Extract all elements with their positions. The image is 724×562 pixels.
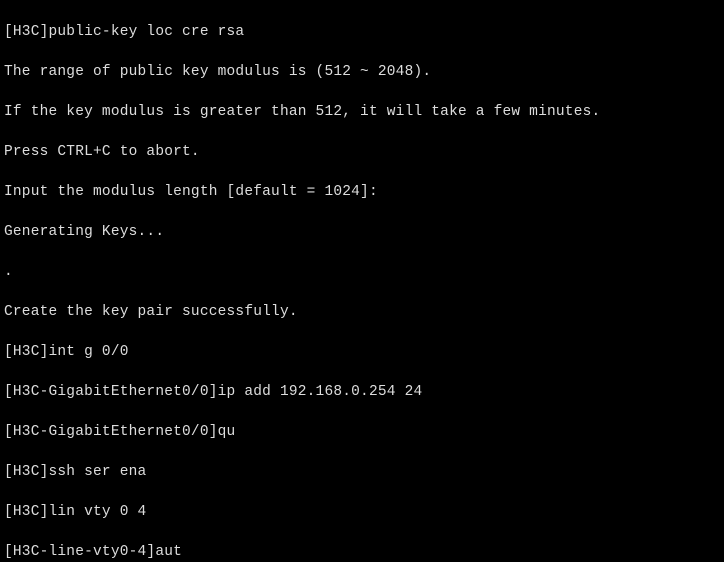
terminal-line: [H3C-GigabitEthernet0/0]ip add 192.168.0… [4,382,720,402]
terminal-line: [H3C-GigabitEthernet0/0]qu [4,422,720,442]
terminal-line: Input the modulus length [default = 1024… [4,182,720,202]
terminal-line: . [4,262,720,282]
terminal-output[interactable]: [H3C]public-key loc cre rsa The range of… [0,0,724,562]
terminal-line: Create the key pair successfully. [4,302,720,322]
terminal-line: If the key modulus is greater than 512, … [4,102,720,122]
terminal-line: [H3C]public-key loc cre rsa [4,22,720,42]
terminal-line: [H3C]ssh ser ena [4,462,720,482]
terminal-line: The range of public key modulus is (512 … [4,62,720,82]
terminal-line: [H3C]lin vty 0 4 [4,502,720,522]
terminal-line: Generating Keys... [4,222,720,242]
terminal-line: Press CTRL+C to abort. [4,142,720,162]
terminal-line: [H3C]int g 0/0 [4,342,720,362]
terminal-line: [H3C-line-vty0-4]aut [4,542,720,562]
